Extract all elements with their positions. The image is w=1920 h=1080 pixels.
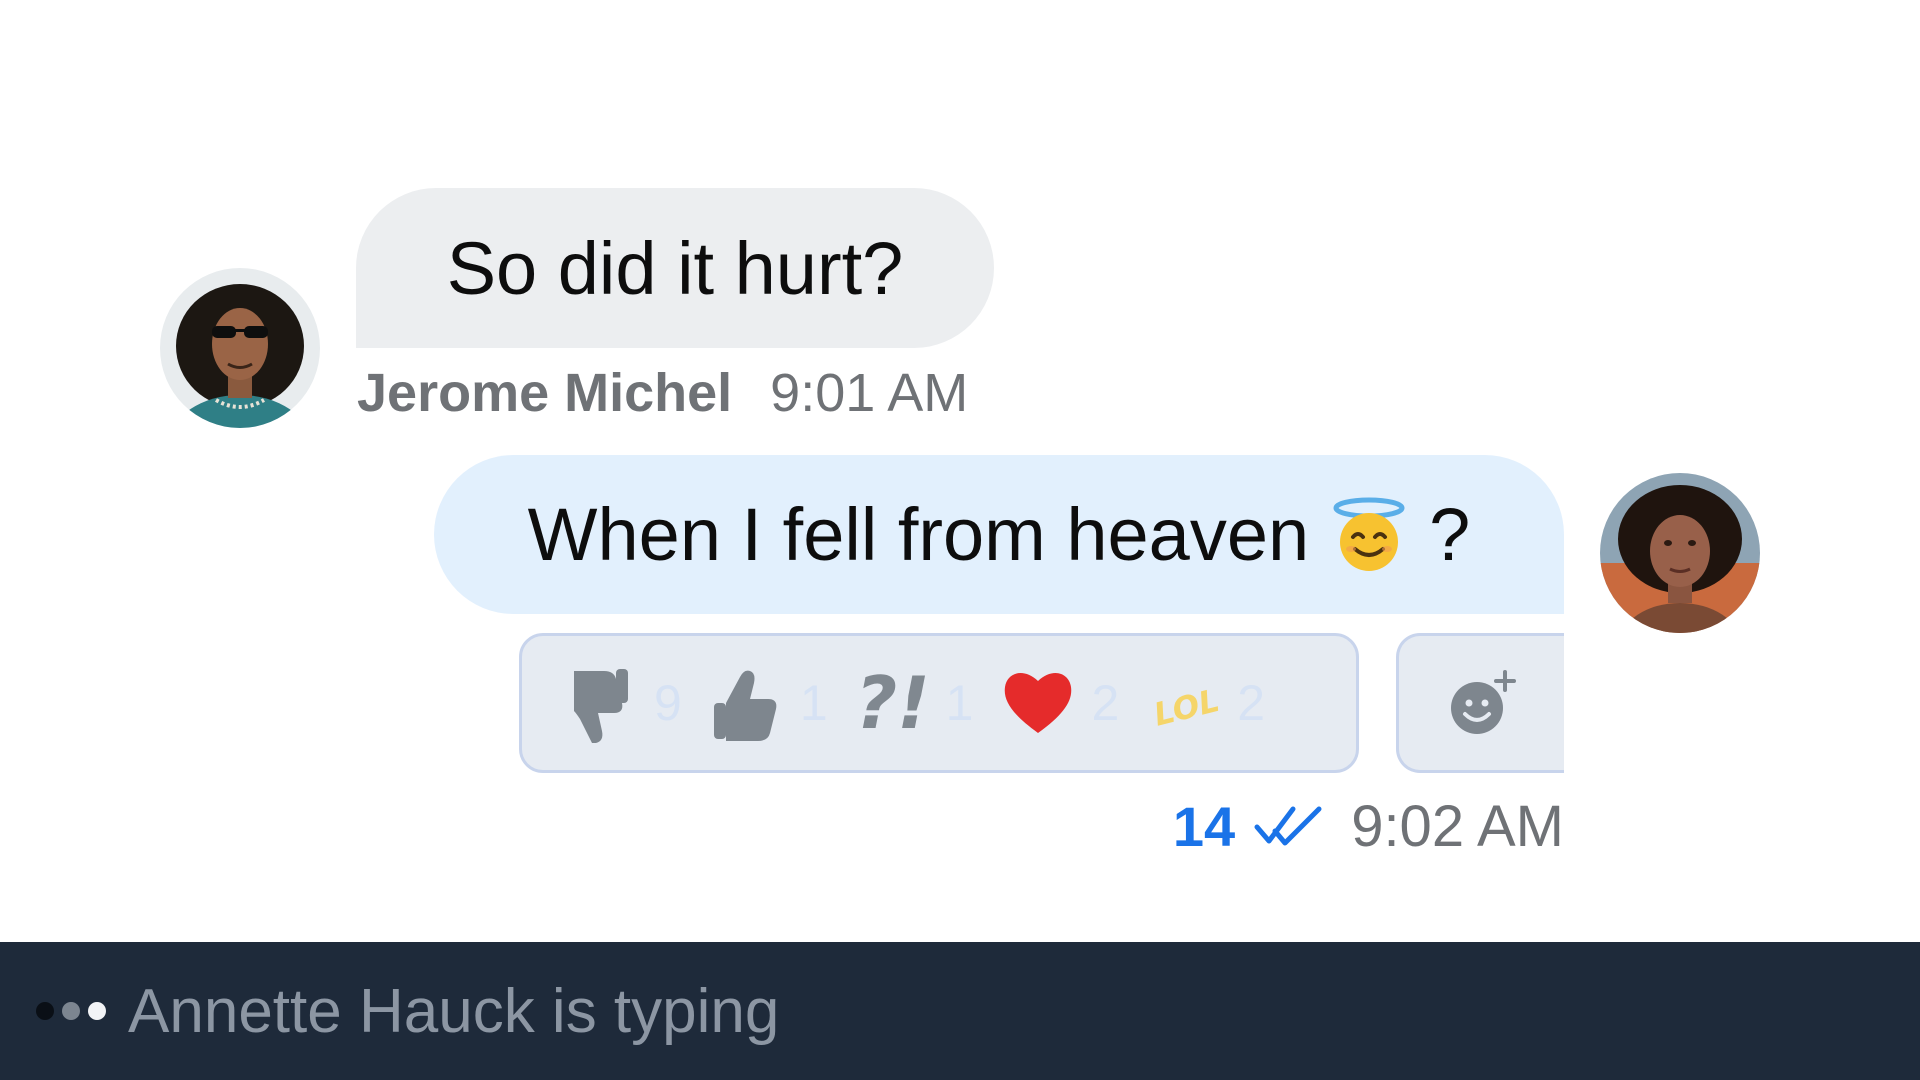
- outgoing-message-text: When I fell from heaven: [527, 493, 1310, 576]
- smiling-face-with-halo-icon: [1331, 497, 1407, 573]
- thumbs-down-icon: [566, 663, 636, 743]
- message-timestamp: 9:01 AM: [770, 363, 969, 423]
- outgoing-message-meta: 14 9:02 AM: [1173, 790, 1564, 862]
- jerome-avatar[interactable]: [160, 268, 320, 428]
- reaction-count: 9: [654, 675, 682, 731]
- reaction-count: 1: [945, 675, 974, 731]
- message-timestamp: 9:02 AM: [1351, 793, 1564, 859]
- sender-name[interactable]: Jerome Michel: [357, 362, 732, 424]
- interrobang-icon: ?!: [855, 661, 930, 745]
- reaction-interrobang[interactable]: ?! 1: [855, 661, 974, 745]
- add-reaction-button[interactable]: [1396, 633, 1564, 773]
- reaction-count: 1: [799, 675, 828, 731]
- add-emoji-icon: [1450, 670, 1516, 734]
- thumbs-up-icon: [712, 663, 782, 743]
- incoming-message-text: So did it hurt?: [446, 226, 904, 310]
- svg-text:LOL: LOL: [1151, 683, 1220, 734]
- reaction-thumbs-down[interactable]: 9: [566, 663, 682, 743]
- read-count[interactable]: 14: [1173, 794, 1235, 859]
- lol-icon: LOL: [1149, 663, 1220, 743]
- reaction-thumbs-up[interactable]: 1: [712, 663, 828, 743]
- double-check-icon: [1253, 801, 1325, 851]
- typing-dots-icon: [36, 1002, 106, 1020]
- reactions-bar: 9 1 ?! 1 2 LOL 2: [519, 633, 1359, 773]
- outgoing-message-bubble[interactable]: When I fell from heaven ?: [434, 455, 1564, 614]
- typing-indicator-bar: Annette Hauck is typing: [0, 942, 1920, 1080]
- heart-icon: [1003, 663, 1073, 743]
- reaction-count: 2: [1237, 675, 1266, 731]
- typing-indicator-text: Annette Hauck is typing: [128, 976, 780, 1046]
- outgoing-message-trailing-text: ?: [1429, 493, 1471, 576]
- annette-avatar[interactable]: [1600, 473, 1760, 633]
- reaction-count: 2: [1091, 675, 1120, 731]
- incoming-message-meta: Jerome Michel 9:01 AM: [357, 358, 968, 428]
- incoming-message-bubble[interactable]: So did it hurt?: [356, 188, 994, 348]
- reaction-heart[interactable]: 2: [1003, 663, 1119, 743]
- reaction-lol[interactable]: LOL 2: [1149, 663, 1265, 743]
